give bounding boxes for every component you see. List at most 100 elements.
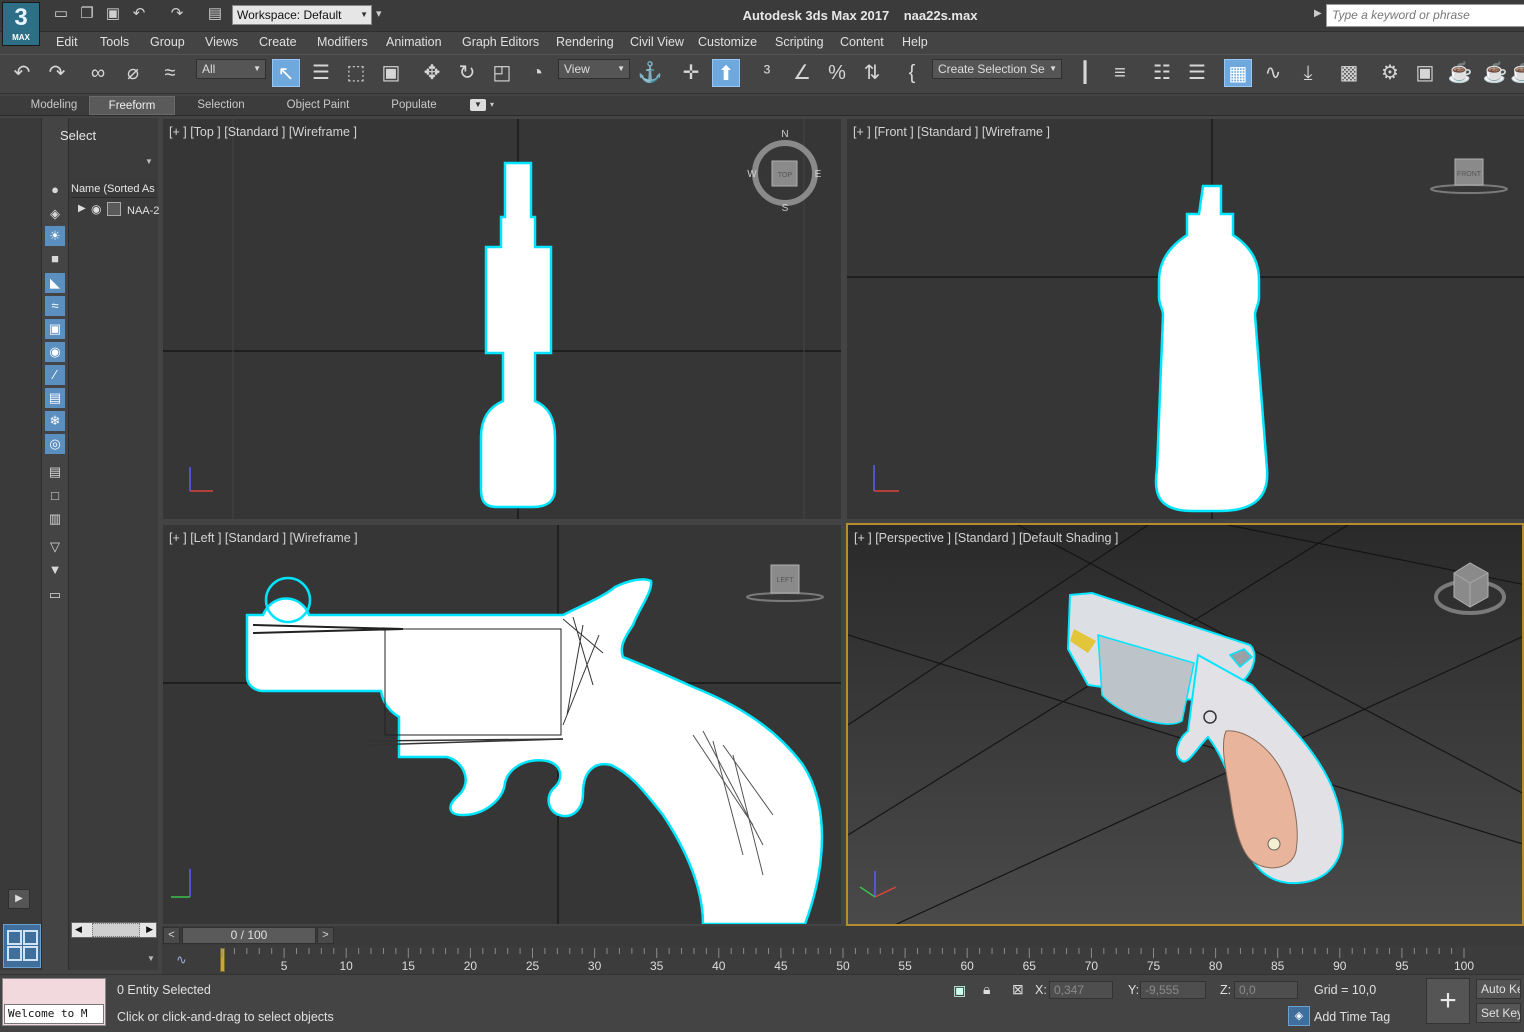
next-frame-button[interactable]: >	[317, 927, 334, 944]
display-space-warps-icon[interactable]: ≈	[45, 296, 65, 316]
menu-animation[interactable]: Animation	[386, 35, 442, 49]
viewport-top[interactable]: N S E W TOP [+ ] [Top ] [Standard ] [Wir…	[163, 119, 841, 519]
align-icon[interactable]: ≡	[1106, 59, 1134, 87]
place-icon[interactable]: ◔	[523, 59, 551, 87]
display-all-icon[interactable]: ▤	[45, 462, 65, 482]
x-coordinate-field[interactable]: 0,347	[1049, 981, 1113, 999]
scroll-thumb[interactable]	[92, 923, 140, 937]
menu-modifiers[interactable]: Modifiers	[317, 35, 368, 49]
display-none-icon[interactable]: ●	[45, 180, 65, 200]
hierarchy-icon[interactable]: ▭	[45, 585, 65, 605]
z-coordinate-field[interactable]: 0,0	[1234, 981, 1298, 999]
pivot-center-icon[interactable]: ⚓	[636, 59, 664, 87]
curve-editor-icon[interactable]: ∿	[1259, 59, 1287, 87]
set-key-button[interactable]: Set Key	[1476, 1003, 1521, 1023]
display-frozen-icon[interactable]: ❄	[45, 411, 65, 431]
left-viewcube[interactable]: LEFT	[746, 564, 824, 602]
set-key-plus-icon[interactable]: +	[1426, 978, 1470, 1024]
previous-frame-button[interactable]: <	[163, 927, 180, 944]
tab-modeling[interactable]: Modeling	[20, 96, 88, 115]
time-tag-icon[interactable]: ◈	[1288, 1006, 1310, 1026]
y-coordinate-field[interactable]: -9,555	[1140, 981, 1206, 999]
mirror-icon[interactable]: ┃	[1071, 59, 1099, 87]
menu-civil-view[interactable]: Civil View	[630, 35, 684, 49]
scroll-right-icon[interactable]: ▶	[146, 924, 153, 935]
menu-create[interactable]: Create	[259, 35, 297, 49]
expand-layout-icon[interactable]: ▶	[8, 889, 30, 909]
filter-options-icon[interactable]: ▽	[45, 537, 65, 557]
undo-icon[interactable]: ↶	[8, 59, 36, 87]
menu-rendering[interactable]: Rendering	[556, 35, 614, 49]
link-icon[interactable]: ∞	[84, 59, 112, 87]
menu-group[interactable]: Group	[150, 35, 185, 49]
display-lights-icon[interactable]: ☀	[45, 226, 65, 246]
redo-icon[interactable]: ↷	[168, 6, 186, 22]
front-viewcube[interactable]: FRONT	[1430, 158, 1508, 194]
workspace-dropdown[interactable]: Workspace: Default ▼	[232, 5, 372, 25]
rotate-icon[interactable]: ↻	[453, 59, 481, 87]
time-slider-thumb[interactable]: 0 / 100	[182, 927, 316, 944]
auto-key-button[interactable]: Auto Key	[1476, 979, 1521, 999]
explorer-row[interactable]: ▶ ◉ NAA-2	[71, 202, 159, 220]
maxscript-listener[interactable]: Welcome to M	[2, 978, 106, 1026]
application-menu-button[interactable]: 3 MAX	[2, 2, 40, 46]
selection-filter-dropdown[interactable]: All ▼	[196, 59, 266, 79]
viewport-label-left[interactable]: [+ ] [Left ] [Standard ] [Wireframe ]	[169, 531, 358, 545]
explorer-horizontal-scrollbar[interactable]: ◀ ▶	[71, 922, 157, 938]
viewport-front[interactable]: FRONT [+ ] [Front ] [Standard ] [Wirefra…	[847, 119, 1524, 519]
tab-freeform[interactable]: Freeform	[89, 96, 175, 115]
render-setup-icon[interactable]: ⚙	[1376, 59, 1404, 87]
menu-edit[interactable]: Edit	[56, 35, 78, 49]
angle-snap-icon[interactable]: ∠	[788, 59, 816, 87]
move-icon[interactable]: ✥	[418, 59, 446, 87]
add-time-tag[interactable]: Add Time Tag	[1314, 1010, 1390, 1024]
spinner-snap-icon[interactable]: ⇅	[858, 59, 886, 87]
keyboard-shortcut-override-icon[interactable]: ⬆	[712, 59, 740, 87]
absolute-mode-icon[interactable]: ⊠	[1012, 981, 1024, 998]
reference-coordinate-dropdown[interactable]: View ▼	[558, 59, 630, 79]
scroll-left-icon[interactable]: ◀	[75, 924, 82, 935]
menu-content[interactable]: Content	[840, 35, 884, 49]
render-iterative-icon[interactable]: ☕	[1510, 59, 1524, 87]
tab-object-paint[interactable]: Object Paint	[272, 96, 364, 115]
project-folder-icon[interactable]: ▤	[206, 6, 224, 22]
menu-tools[interactable]: Tools	[100, 35, 129, 49]
display-hidden-icon[interactable]: ◎	[45, 434, 65, 454]
display-groups-icon[interactable]: ▣	[45, 319, 65, 339]
display-geometry-icon[interactable]: ◈	[45, 204, 65, 224]
viewport-label-perspective[interactable]: [+ ] [Perspective ] [Standard ] [Default…	[854, 531, 1118, 545]
select-manipulate-icon[interactable]: ✛	[677, 59, 705, 87]
isolate-selection-icon[interactable]: ▣	[953, 982, 966, 999]
invert-display-icon[interactable]: ▥	[45, 509, 65, 529]
display-xrefs-icon[interactable]: ◉	[45, 342, 65, 362]
gun-front-silhouette[interactable]	[1154, 184, 1269, 513]
viewport-label-front[interactable]: [+ ] [Front ] [Standard ] [Wireframe ]	[853, 125, 1050, 139]
save-file-icon[interactable]: ▣	[104, 6, 122, 22]
explorer-options-icon[interactable]: ▼	[145, 157, 153, 166]
bind-space-warp-icon[interactable]: ≈	[156, 59, 184, 87]
customize-quick-access-icon[interactable]: ▾	[376, 7, 382, 20]
edit-named-selection-icon[interactable]: {	[898, 59, 926, 87]
redo-icon[interactable]: ↷	[43, 59, 71, 87]
compass-gizmo[interactable]: N S E W TOP	[747, 129, 821, 214]
new-file-icon[interactable]: ▭	[52, 6, 70, 22]
undo-icon[interactable]: ↶	[130, 6, 148, 22]
ribbon-toggle-icon[interactable]: ▦	[1224, 59, 1252, 87]
named-selection-sets-dropdown[interactable]: Create Selection Se ▼	[932, 59, 1062, 79]
display-containers-icon[interactable]: ▤	[45, 388, 65, 408]
chevron-down-icon[interactable]: ▾	[490, 100, 494, 109]
gun-left-silhouette[interactable]	[245, 576, 824, 924]
tab-populate[interactable]: Populate	[374, 96, 454, 115]
select-object-icon[interactable]: ↖	[272, 59, 300, 87]
menu-graph-editors[interactable]: Graph Editors	[462, 35, 539, 49]
menu-scripting[interactable]: Scripting	[775, 35, 824, 49]
visibility-eye-icon[interactable]: ◉	[91, 202, 101, 216]
scale-icon[interactable]: ◰	[488, 59, 516, 87]
display-helpers-icon[interactable]: ◣	[45, 273, 65, 293]
search-input[interactable]: Type a keyword or phrase	[1326, 4, 1524, 27]
layer-explorer-icon[interactable]: ☰	[1183, 59, 1211, 87]
display-bones-icon[interactable]: ∕	[45, 365, 65, 385]
display-none-filter-icon[interactable]: □	[45, 486, 65, 506]
gun-top-silhouette[interactable]	[479, 161, 557, 509]
rendered-frame-window-icon[interactable]: ▣	[1411, 59, 1439, 87]
